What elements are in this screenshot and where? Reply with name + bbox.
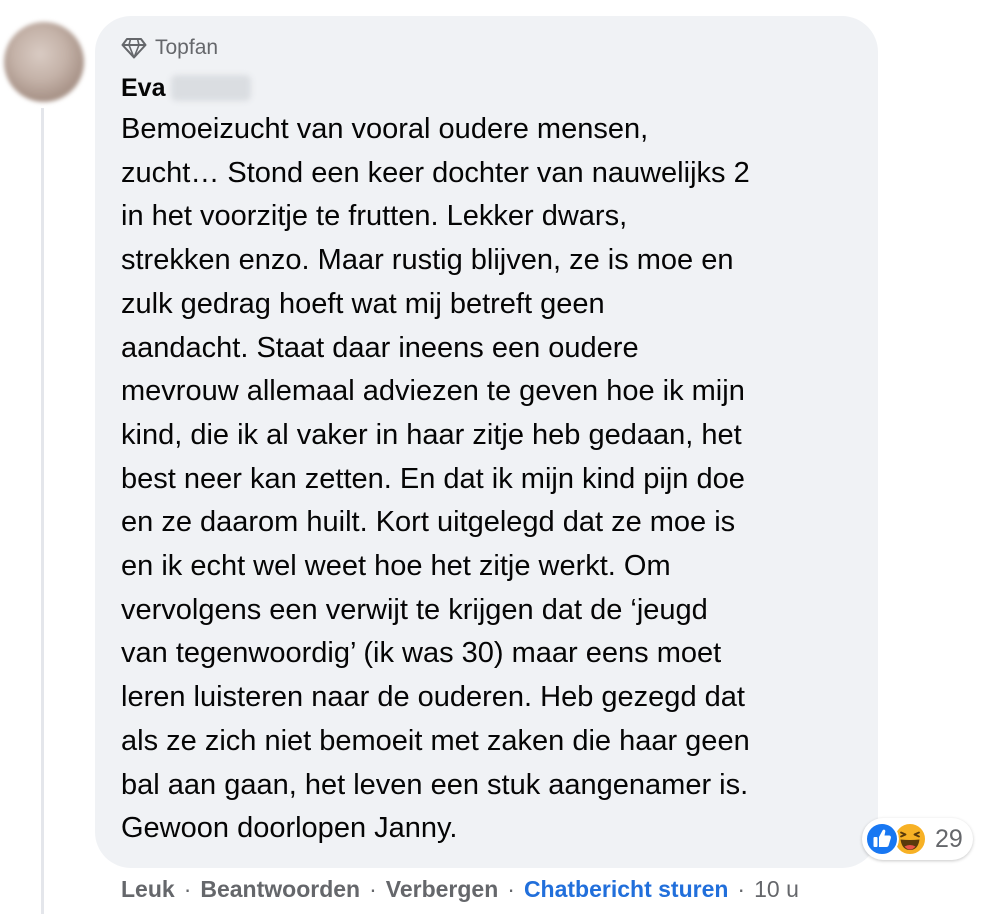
- reply-button[interactable]: Beantwoorden: [200, 876, 360, 903]
- like-button[interactable]: Leuk: [121, 876, 175, 903]
- send-message-button[interactable]: Chatbericht sturen: [524, 876, 728, 903]
- timestamp[interactable]: 10 u: [754, 876, 799, 903]
- diamond-icon: [121, 37, 147, 59]
- reaction-summary[interactable]: 29: [862, 818, 973, 860]
- badge-label: Topfan: [155, 36, 219, 59]
- comment-text: Bemoeizucht van vooral oudere mensen, zu…: [121, 113, 750, 845]
- separator: ·: [183, 875, 192, 902]
- separator: ·: [507, 875, 515, 902]
- separator: ·: [737, 875, 746, 902]
- like-icon: [865, 822, 899, 856]
- author-name[interactable]: Eva: [121, 74, 165, 103]
- comment-actions: Leuk · Beantwoorden · Verbergen · Chatbe…: [121, 872, 799, 906]
- avatar[interactable]: [4, 22, 84, 102]
- comment-thread: Topfan Eva Bemoeizucht van vooral oudere…: [0, 0, 996, 914]
- separator: ·: [369, 875, 377, 902]
- author[interactable]: Eva: [121, 70, 252, 106]
- reaction-count: 29: [935, 824, 963, 853]
- hide-button[interactable]: Verbergen: [386, 876, 499, 903]
- thread-line: [41, 108, 44, 914]
- redacted-last-name: [171, 75, 252, 101]
- topfan-badge: Topfan: [121, 34, 218, 62]
